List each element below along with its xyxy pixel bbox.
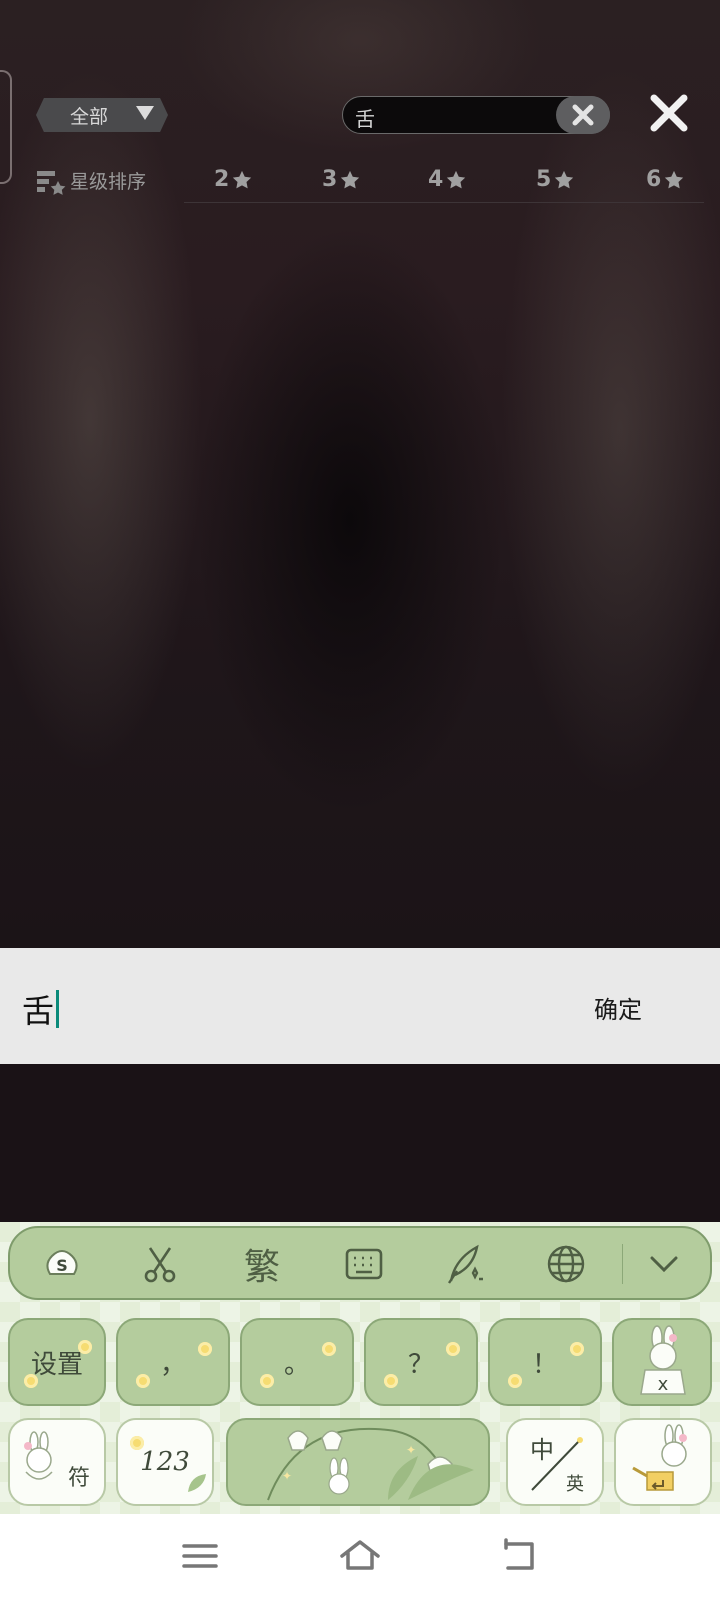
leaf-decoration-icon	[188, 1474, 206, 1492]
handwriting-quill-icon[interactable]	[442, 1242, 486, 1286]
flower-decoration	[136, 1374, 150, 1388]
sort-divider	[184, 202, 704, 203]
scissors-icon[interactable]	[138, 1242, 182, 1286]
question-mark-key-label: ？	[407, 1349, 434, 1380]
svg-text:S: S	[56, 1256, 68, 1275]
symbols-key[interactable]: 符	[8, 1418, 106, 1506]
home-button[interactable]	[338, 1536, 382, 1576]
star-icon	[665, 170, 684, 188]
sort-by-star-label[interactable]: 星级排序	[70, 167, 146, 194]
side-panel-edge[interactable]	[0, 70, 12, 184]
star-filter-value: 5	[536, 167, 552, 192]
flower-decoration	[384, 1374, 398, 1388]
star-filter-3[interactable]: 3	[322, 167, 361, 192]
numbers-key[interactable]: 123	[116, 1418, 214, 1506]
comma-key-label: ，	[159, 1349, 186, 1380]
enter-key[interactable]	[614, 1418, 712, 1506]
game-background-lower	[0, 1064, 720, 1222]
chinese-english-toggle-key[interactable]: 中 英	[506, 1418, 604, 1506]
ime-input-bar: 舌 确定	[0, 948, 720, 1064]
globe-icon[interactable]	[544, 1242, 588, 1286]
close-button[interactable]	[648, 92, 690, 134]
backspace-key[interactable]: x	[612, 1318, 712, 1406]
keyboard-icon[interactable]	[342, 1242, 386, 1286]
flower-decoration	[322, 1342, 336, 1356]
ime-composing-field[interactable]: 舌	[22, 986, 60, 1032]
sort-row: 星级排序 2 3 4 5 6	[36, 165, 706, 205]
flower-decoration	[78, 1340, 92, 1354]
menu-button[interactable]	[178, 1536, 222, 1576]
star-filter-value: 2	[214, 167, 230, 192]
question-mark-key[interactable]: ？	[364, 1318, 478, 1406]
symbols-key-label: 符	[68, 1466, 91, 1491]
exclamation-key-label: ！	[531, 1349, 558, 1380]
clear-search-button[interactable]	[556, 96, 610, 134]
lily-of-the-valley-bunny-icon: ✦ ✦	[267, 1427, 474, 1501]
flower-decoration	[198, 1342, 212, 1356]
search-input-value: 舌	[355, 107, 375, 131]
filter-dropdown-label: 全部	[70, 105, 109, 128]
space-key[interactable]: ✦ ✦	[226, 1418, 490, 1506]
game-background	[0, 0, 720, 948]
star-icon	[555, 170, 574, 188]
flower-decoration	[24, 1374, 38, 1388]
star-icon	[233, 170, 252, 188]
collapse-chevron-icon[interactable]	[642, 1242, 686, 1286]
soft-keyboard: S 繁 设置 ， 。 ？ ！ x 符 123 ✦ ✦ 中 英	[0, 1222, 720, 1514]
back-button[interactable]	[498, 1536, 542, 1576]
traditional-chinese-toggle[interactable]: 繁	[240, 1242, 284, 1288]
flower-decoration	[446, 1342, 460, 1356]
comma-key[interactable]: ，	[116, 1318, 230, 1406]
menu-icon	[182, 1544, 218, 1568]
star-filter-4[interactable]: 4	[428, 167, 467, 192]
svg-text:✦: ✦	[282, 1469, 292, 1483]
sort-icon[interactable]	[36, 169, 66, 195]
confirm-button[interactable]: 确定	[594, 990, 642, 1025]
star-icon	[341, 170, 360, 188]
star-icon	[447, 170, 466, 188]
sogou-logo-icon[interactable]: S	[40, 1242, 84, 1286]
ime-composing-text: 舌	[22, 992, 55, 1030]
search-input[interactable]: 舌	[342, 96, 610, 134]
text-caret	[56, 990, 60, 1028]
star-filter-value: 6	[646, 167, 662, 192]
star-filter-value: 3	[322, 167, 338, 192]
star-filter-2[interactable]: 2	[214, 167, 253, 192]
numbers-key-label: 123	[140, 1447, 190, 1477]
traditional-chinese-label: 繁	[243, 1247, 280, 1288]
settings-key[interactable]: 设置	[8, 1318, 106, 1406]
bunny-watering-can-enter-icon	[632, 1424, 687, 1491]
bunny-decoration-icon	[24, 1431, 53, 1480]
toolbar-separator	[622, 1244, 623, 1284]
close-icon	[650, 94, 688, 132]
clear-icon	[572, 104, 594, 126]
exclamation-key[interactable]: ！	[488, 1318, 602, 1406]
svg-text:✦: ✦	[406, 1443, 416, 1457]
star-filter-value: 4	[428, 167, 444, 192]
back-icon	[504, 1538, 534, 1570]
system-navigation-bar	[0, 1514, 720, 1600]
svg-text:x: x	[658, 1374, 669, 1395]
period-key-label: 。	[283, 1349, 310, 1380]
bunny-backspace-icon: x	[640, 1325, 686, 1395]
flower-decoration	[130, 1436, 144, 1450]
filter-dropdown[interactable]: 全部	[36, 98, 168, 132]
star-filter-6[interactable]: 6	[646, 167, 685, 192]
star-filter-5[interactable]: 5	[536, 167, 575, 192]
period-key[interactable]: 。	[240, 1318, 354, 1406]
flower-decoration	[508, 1374, 522, 1388]
keyboard-toolbar: S 繁	[8, 1226, 712, 1300]
home-icon	[340, 1540, 380, 1570]
dropdown-arrow-icon	[136, 106, 154, 120]
flower-decoration	[570, 1342, 584, 1356]
lang-bottom-label: 英	[566, 1474, 584, 1495]
flower-decoration	[260, 1374, 274, 1388]
settings-key-label: 设置	[30, 1349, 83, 1380]
